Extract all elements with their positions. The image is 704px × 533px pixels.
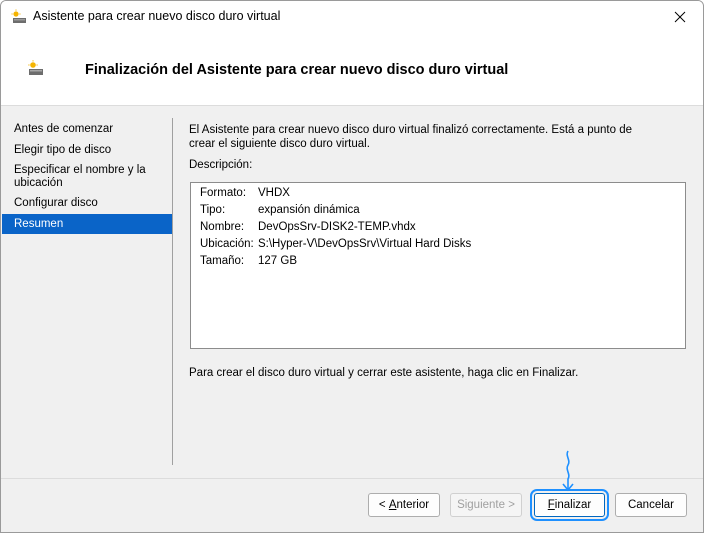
nav-item-specify-name-location[interactable]: Especificar el nombre y la ubicación [2, 164, 172, 192]
previous-mnemonic: A [388, 499, 397, 511]
nav-item-choose-disk-type[interactable]: Elegir tipo de disco [2, 144, 172, 158]
description-box[interactable]: Formato: VHDX Tipo: expansión dinámica N… [190, 182, 686, 349]
completion-message: El Asistente para crear nuevo disco duro… [189, 124, 632, 150]
pointer-arrow-icon [562, 450, 574, 492]
summary-value: S:\Hyper-V\DevOpsSrv\Virtual Hard Disks [258, 238, 472, 250]
summary-value: 127 GB [258, 255, 297, 267]
previous-rest: nterior [396, 499, 430, 511]
page-title: Finalización del Asistente para crear nu… [85, 62, 509, 78]
next-button[interactable]: Siguiente > [450, 493, 522, 517]
title-bar: Asistente para crear nuevo disco duro vi… [1, 1, 703, 32]
summary-key: Tipo: [200, 204, 226, 216]
wizard-steps-nav: Antes de comenzar Elegir tipo de disco E… [2, 106, 172, 466]
summary-key: Formato: [200, 187, 247, 199]
nav-item-configure-disk[interactable]: Configurar disco [2, 197, 172, 211]
close-icon [674, 11, 686, 22]
summary-value: DevOpsSrv-DISK2-TEMP.vhdx [258, 221, 416, 233]
wizard-window: Asistente para crear nuevo disco duro vi… [0, 0, 704, 533]
nav-item-summary[interactable]: Resumen [2, 214, 172, 234]
summary-value: VHDX [258, 187, 290, 199]
footer-divider [1, 478, 703, 479]
description-label: Descripción: [189, 159, 253, 171]
nav-item-before-you-begin[interactable]: Antes de comenzar [2, 123, 172, 137]
previous-prefix: < [378, 499, 389, 511]
close-button[interactable] [657, 1, 703, 32]
finish-mnemonic: F [547, 499, 555, 511]
summary-key: Ubicación: [200, 238, 254, 250]
previous-button[interactable]: < Anterior [368, 493, 440, 517]
finish-instructions: Para crear el disco duro virtual y cerra… [189, 367, 579, 379]
cancel-button[interactable]: Cancelar [615, 493, 687, 517]
finish-rest: inalizar [554, 499, 592, 511]
summary-key: Nombre: [200, 221, 245, 233]
window-title: Asistente para crear nuevo disco duro vi… [33, 9, 281, 23]
virtual-disk-icon [28, 60, 43, 75]
summary-value: expansión dinámica [258, 204, 360, 216]
summary-key: Tamaño: [200, 255, 245, 267]
finish-button[interactable]: Finalizar [534, 493, 605, 517]
wizard-header: Finalización del Asistente para crear nu… [1, 32, 703, 106]
virtual-disk-icon [11, 9, 26, 23]
nav-divider [172, 118, 173, 465]
